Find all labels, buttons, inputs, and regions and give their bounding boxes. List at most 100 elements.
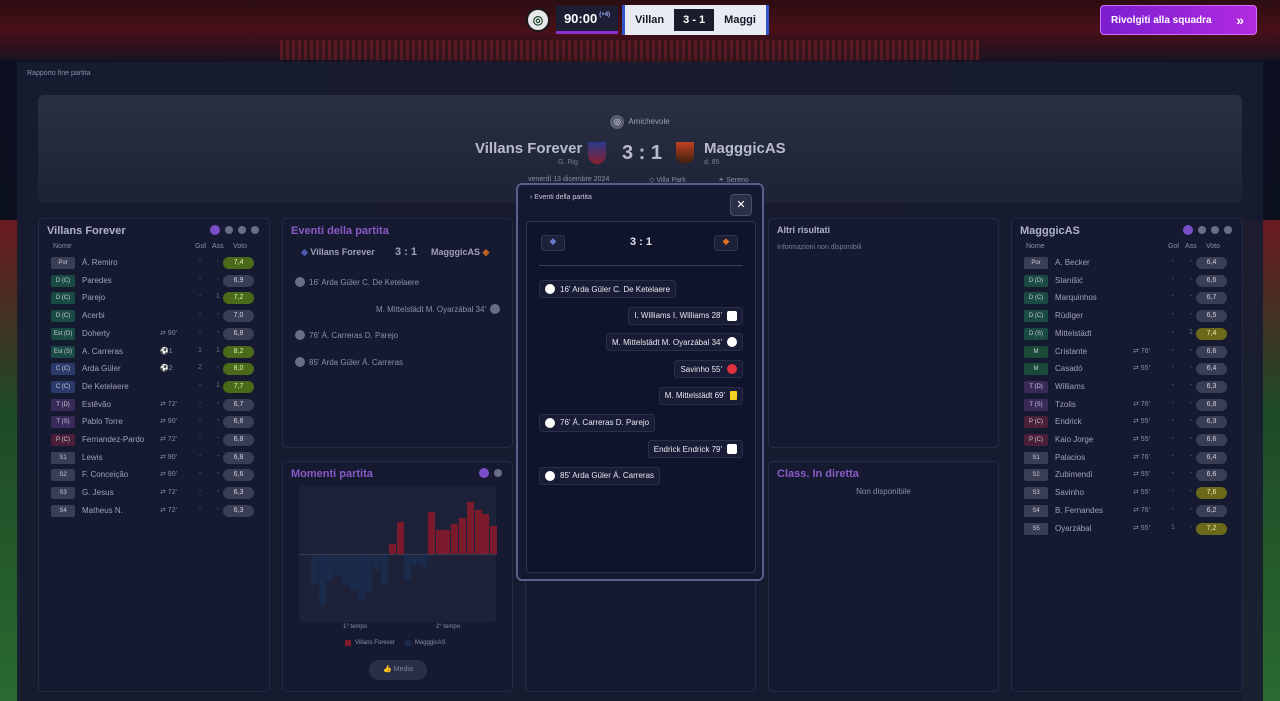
player-row[interactable]: T (S) Pablo Torre ⇄ 90' - -6,6	[47, 414, 257, 431]
player-row[interactable]: M Cristante ⇄ 76' - -6,6	[1020, 344, 1230, 361]
match-event[interactable]: Savinho 55'	[674, 360, 743, 379]
player-row[interactable]: S4 Matheus N. ⇄ 72' - -6,3	[47, 503, 257, 520]
match-event[interactable]: 85' Arda Güler Á. Carreras	[539, 466, 661, 485]
rating-badge: 6,6	[223, 416, 254, 429]
dot[interactable]	[479, 468, 489, 478]
player-row[interactable]: C (C) De Ketelaere - 1 7,7	[47, 379, 257, 396]
player-name[interactable]: Mittelstädt	[1055, 329, 1091, 338]
player-name[interactable]: Acerbi	[82, 311, 105, 320]
away-crest-icon	[676, 142, 694, 164]
player-row[interactable]: Por A. Becker - -6,4	[1020, 255, 1230, 272]
player-row[interactable]: D (C) Paredes - -6,9	[47, 273, 257, 290]
dot[interactable]	[1211, 226, 1219, 234]
player-row[interactable]: D (D) Stanišić - -6,6	[1020, 273, 1230, 290]
momentum-bar	[443, 530, 451, 554]
player-name[interactable]: Zubimendi	[1055, 470, 1092, 479]
player-name[interactable]: Kaio Jorge	[1055, 435, 1093, 444]
team-talk-button[interactable]: Rivolgiti alla squadra»	[1100, 5, 1257, 35]
match-event[interactable]: I. Williams I. Williams 28'	[628, 306, 743, 325]
assists: 1	[216, 293, 220, 301]
view-dots[interactable]	[1183, 225, 1232, 235]
player-row[interactable]: C (C) Arda Güler ⚽2 2 -8,0	[47, 361, 257, 378]
player-name[interactable]: Matheus N.	[82, 506, 123, 515]
player-name[interactable]: Pablo Torre	[82, 417, 123, 426]
player-row[interactable]: M Casadó ⇄ 55' - -6,4	[1020, 361, 1230, 378]
dot[interactable]	[1198, 226, 1206, 234]
view-dots[interactable]	[479, 468, 502, 478]
home-team-name[interactable]: Villans Forever	[475, 140, 582, 157]
dot[interactable]	[225, 226, 233, 234]
momentum-bar	[334, 555, 342, 575]
player-name[interactable]: A. Carreras	[82, 347, 123, 356]
player-row[interactable]: T (D) Williams - -6,3	[1020, 379, 1230, 396]
player-row[interactable]: Est (D) Doherty ⇄ 90' - -6,8	[47, 326, 257, 343]
player-row[interactable]: S4 B. Fernandes ⇄ 76' - -6,2	[1020, 503, 1230, 520]
dot[interactable]	[1224, 226, 1232, 234]
close-button[interactable]: ✕	[730, 194, 752, 216]
player-row[interactable]: D (S) Mittelstädt - 1 7,4	[1020, 326, 1230, 343]
player-name[interactable]: Estêvão	[82, 400, 111, 409]
player-row[interactable]: S3 G. Jesus ⇄ 72' - -6,3	[47, 485, 257, 502]
player-name[interactable]: Lewis	[82, 453, 102, 462]
player-name[interactable]: Paredes	[82, 276, 112, 285]
player-row[interactable]: S5 Oyarzábal ⇄ 55' 1 -7,2	[1020, 521, 1230, 538]
player-row[interactable]: P (C) Kaio Jorge ⇄ 55' - -6,6	[1020, 432, 1230, 449]
player-name[interactable]: Casadó	[1055, 364, 1083, 373]
goals: -	[1171, 364, 1175, 372]
match-event[interactable]: M. Mittelstädt M. Oyarzábal 34'	[605, 333, 743, 352]
view-dots[interactable]	[210, 225, 259, 235]
player-name[interactable]: G. Jesus	[82, 488, 114, 497]
dot[interactable]	[494, 469, 502, 477]
dot[interactable]	[251, 226, 259, 234]
player-row[interactable]: T (D) Estêvão ⇄ 72' - -6,7	[47, 397, 257, 414]
dot[interactable]	[210, 225, 220, 235]
player-row[interactable]: P (C) Fernandez-Pardo ⇄ 72' - -6,8	[47, 432, 257, 449]
match-event[interactable]: Endrick Endrick 79'	[647, 440, 743, 459]
player-name[interactable]: F. Conceição	[82, 470, 128, 479]
match-event[interactable]: M. Mittelstädt 69'	[658, 386, 743, 405]
player-name[interactable]: Marquinhos	[1055, 293, 1097, 302]
player-row[interactable]: Est (S) A. Carreras ⚽1 1 1 8,2	[47, 344, 257, 361]
player-name[interactable]: Rüdiger	[1055, 311, 1083, 320]
player-row[interactable]: S2 Zubimendi ⇄ 55' - -6,6	[1020, 467, 1230, 484]
score: 3 - 1	[674, 9, 715, 31]
player-row[interactable]: S3 Savinho ⇄ 55' - -7,6	[1020, 485, 1230, 502]
event-row: 76' Á. Carreras D. Parejo	[295, 327, 398, 343]
player-name[interactable]: Á. Remiro	[82, 258, 118, 267]
player-row[interactable]: S1 Palacios ⇄ 76' - -6,4	[1020, 450, 1230, 467]
away-team-name[interactable]: MagggicAS	[704, 140, 786, 157]
player-row[interactable]: S2 F. Conceição ⇄ 90' - -6,6	[47, 467, 257, 484]
player-name[interactable]: Parejo	[82, 293, 105, 302]
player-name[interactable]: Stanišić	[1055, 276, 1083, 285]
goals: -	[1171, 293, 1175, 301]
player-row[interactable]: D (C) Parejo - 1 7,2	[47, 290, 257, 307]
player-name[interactable]: Endrick	[1055, 417, 1082, 426]
player-name[interactable]: Cristante	[1055, 347, 1087, 356]
player-name[interactable]: Fernandez-Pardo	[82, 435, 144, 444]
player-row[interactable]: D (C) Marquinhos - -6,7	[1020, 290, 1230, 307]
player-name[interactable]: Oyarzábal	[1055, 524, 1091, 533]
player-name[interactable]: Doherty	[82, 329, 110, 338]
player-row[interactable]: D (C) Rüdiger - -6,5	[1020, 308, 1230, 325]
player-row[interactable]: Por Á. Remiro - -7,4	[47, 255, 257, 272]
player-name[interactable]: Williams	[1055, 382, 1085, 391]
match-event[interactable]: 76' Á. Carreras D. Parejo	[539, 413, 656, 432]
dot[interactable]	[238, 226, 246, 234]
player-row[interactable]: P (C) Endrick ⇄ 55' - -6,3	[1020, 414, 1230, 431]
home-short-name: Villan	[635, 14, 665, 26]
media-button[interactable]: 👍 Media	[369, 660, 427, 680]
player-name[interactable]: Arda Güler	[82, 364, 121, 373]
position-badge: Est (D)	[51, 327, 75, 340]
player-name[interactable]: Tzolis	[1055, 400, 1076, 409]
player-row[interactable]: T (S) Tzolis ⇄ 76' - -6,8	[1020, 397, 1230, 414]
player-name[interactable]: Savinho	[1055, 488, 1084, 497]
event-icon: ⇄ 72'	[160, 400, 177, 408]
player-name[interactable]: A. Becker	[1055, 258, 1090, 267]
player-row[interactable]: S1 Lewis ⇄ 90' - -6,8	[47, 450, 257, 467]
player-row[interactable]: D (C) Acerbi - -7,0	[47, 308, 257, 325]
player-name[interactable]: B. Fernandes	[1055, 506, 1103, 515]
match-event[interactable]: 16' Arda Güler C. De Ketelaere	[539, 280, 677, 298]
player-name[interactable]: Palacios	[1055, 453, 1085, 462]
dot[interactable]	[1183, 225, 1193, 235]
player-name[interactable]: De Ketelaere	[82, 382, 129, 391]
